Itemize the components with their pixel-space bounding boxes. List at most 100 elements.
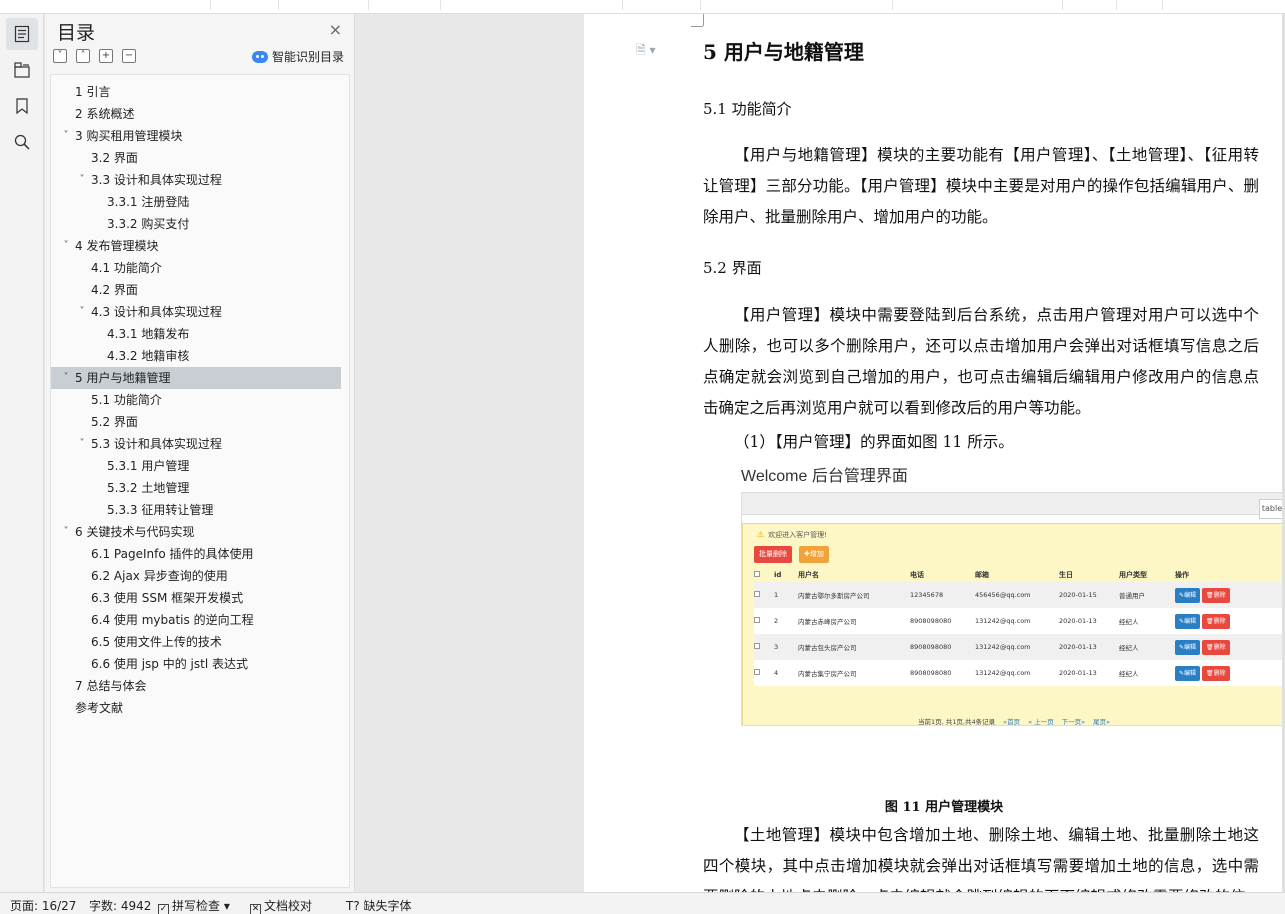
spell-check-button[interactable]: ✓ 拼写检查 ▾ [158, 897, 230, 914]
table-cell: 3 [774, 634, 798, 660]
toc-item[interactable]: 4.2 界面 [51, 279, 349, 301]
proofread-button[interactable]: ✕ 文档校对 [250, 897, 312, 914]
table-cell: 内蒙古赤峰房产公司 [798, 608, 910, 634]
chevron-down-icon[interactable]: ˅ [60, 235, 72, 257]
checkbox [754, 669, 760, 675]
delete-button: 🗑删除 [1202, 639, 1230, 655]
delete-button: 🗑删除 [1202, 613, 1230, 629]
toc-item[interactable]: ˅ 3 购买租用管理模块 [51, 125, 349, 147]
toc-item-label: 2 系统概述 [75, 107, 135, 121]
toc-item[interactable]: ˅ 4.3 设计和具体实现过程 [51, 301, 349, 323]
embedded-screenshot[interactable]: table 欢迎进入客户管理! 批量删除 ✚增加 id用户名电话邮箱生日用户类型… [741, 492, 1285, 726]
toc-item[interactable]: 6.4 使用 mybatis 的逆向工程 [51, 609, 349, 631]
chevron-down-icon[interactable]: ˅ [60, 367, 72, 389]
edit-button: ✎编辑 [1175, 587, 1201, 603]
remove-heading-icon[interactable]: − [122, 49, 136, 63]
table-header: 操作 [1175, 571, 1189, 579]
toc-item-label: 6.2 Ajax 异步查询的使用 [91, 569, 228, 583]
chevron-down-icon[interactable]: ˅ [60, 521, 72, 543]
screenshot-browser-bar [742, 493, 1285, 515]
toc-item[interactable]: 5.2 界面 [51, 411, 349, 433]
missing-font-button[interactable]: T? 缺失字体 [346, 897, 412, 914]
crop-mark [703, 14, 704, 26]
toc-item[interactable]: 1 引言 [51, 81, 349, 103]
bookmark-icon[interactable] [6, 90, 38, 122]
chevron-down-icon[interactable]: ˅ [76, 301, 88, 323]
chevron-down-icon[interactable]: ˅ [60, 125, 72, 147]
toc-item[interactable]: 3.2 界面 [51, 147, 349, 169]
table-cell: 2020-01-13 [1059, 634, 1119, 660]
figure-title: Welcome 后台管理界面 [741, 468, 908, 485]
toc-item[interactable]: ˅ 4 发布管理模块 [51, 235, 349, 257]
search-icon[interactable] [6, 126, 38, 158]
toc-item[interactable]: 6.6 使用 jsp 中的 jstl 表达式 [51, 653, 349, 675]
ruler [0, 0, 1285, 14]
toc-item-label: 5.3.2 土地管理 [107, 481, 190, 495]
toc-item[interactable]: ˅ 3.3 设计和具体实现过程 [51, 169, 349, 191]
figure-caption: 图 11 用户管理模块 [884, 800, 1004, 815]
toc-item[interactable]: ˅ 6 关键技术与代码实现 [51, 521, 349, 543]
paragraph: 【用户与地籍管理】模块的主要功能有【用户管理】、【土地管理】、【征用转让管理】三… [703, 146, 1259, 226]
smart-toc-button[interactable]: 智能识别目录 [251, 48, 344, 65]
table-cell: 8908098080 [910, 608, 975, 634]
toc-item[interactable]: 参考文献 [51, 697, 349, 719]
toc-item[interactable]: 5.3.3 征用转让管理 [51, 499, 349, 521]
toc-item[interactable]: 7 总结与体会 [51, 675, 349, 697]
chevron-down-icon[interactable]: ˅ [76, 433, 88, 455]
table-cell: 内蒙古集宁房产公司 [798, 660, 910, 686]
toc-item-label: 6.6 使用 jsp 中的 jstl 表达式 [91, 657, 248, 671]
table-cell: 4 [774, 660, 798, 686]
table-row: 1 内蒙古鄂尔多斯房产公司 12345678 456456@qq.com 2020-01… [754, 582, 1282, 608]
toc-item-label: 5.3.1 用户管理 [107, 459, 190, 473]
proof-icon: ✕ [250, 904, 261, 914]
side-rail [0, 14, 44, 892]
table-header: 生日 [1059, 571, 1073, 579]
toc-item[interactable]: 6.1 PageInfo 插件的具体使用 [51, 543, 349, 565]
collapse-all-icon[interactable]: ˅ [53, 49, 67, 63]
table-header: 电话 [910, 571, 924, 579]
word-count[interactable]: 字数: 4942 [89, 897, 151, 914]
page-count[interactable]: 页面: 16/27 [10, 897, 76, 914]
screenshot-body: 欢迎进入客户管理! 批量删除 ✚增加 id用户名电话邮箱生日用户类型操作 1内蒙… [742, 523, 1285, 726]
table-cell: ✎编辑 🗑删除 [1175, 660, 1282, 686]
table-cell: 1 [774, 582, 798, 608]
toc-item[interactable]: 5.3.2 土地管理 [51, 477, 349, 499]
structure-icon[interactable] [6, 54, 38, 86]
page-options-icon[interactable]: 🗎 ▾ [636, 41, 656, 62]
toc-item-label: 5.3.3 征用转让管理 [107, 503, 214, 517]
toc-item-label: 6.5 使用文件上传的技术 [91, 635, 222, 649]
toc-item[interactable]: ˅ 5.3 设计和具体实现过程 [51, 433, 349, 455]
toc-item[interactable]: 2 系统概述 [51, 103, 349, 125]
toc-item[interactable]: 3.3.1 注册登陆 [51, 191, 349, 213]
add-heading-icon[interactable]: + [99, 49, 113, 63]
toc-item[interactable]: 3.3.2 购买支付 [51, 213, 349, 235]
toc-item[interactable]: 6.3 使用 SSM 框架开发模式 [51, 587, 349, 609]
chevron-down-icon[interactable]: ˅ [76, 169, 88, 191]
table-cell: 8908098080 [910, 660, 975, 686]
edit-button: ✎编辑 [1175, 613, 1201, 629]
toc-item-label: 3.2 界面 [91, 151, 138, 165]
toc-item[interactable]: 4.3.2 地籍审核 [51, 345, 349, 367]
toc-panel-icon[interactable] [6, 18, 38, 50]
table-cell: 2020-01-15 [1059, 582, 1119, 608]
close-icon[interactable]: × [329, 20, 342, 39]
expand-up-icon[interactable]: ˄ [76, 49, 90, 63]
toc-item[interactable]: ˅ 5 用户与地籍管理 [51, 367, 341, 389]
document-page[interactable]: 🗎 ▾ 5 用户与地籍管理 5.1 功能简介 【用户与地籍管理】模块的主要功能有… [584, 14, 1285, 892]
toc-item[interactable]: 6.5 使用文件上传的技术 [51, 631, 349, 653]
toc-item[interactable]: 6.2 Ajax 异步查询的使用 [51, 565, 349, 587]
edit-button: ✎编辑 [1175, 639, 1201, 655]
document-area[interactable]: 🗎 ▾ 5 用户与地籍管理 5.1 功能简介 【用户与地籍管理】模块的主要功能有… [356, 14, 1285, 892]
table-cell: 2 [774, 608, 798, 634]
batch-delete-button: 批量删除 [754, 546, 792, 563]
toc-item[interactable]: 4.1 功能简介 [51, 257, 349, 279]
pager-last: 尾页» [1093, 718, 1111, 726]
table-cell: 131242@qq.com [975, 634, 1059, 660]
table-cell: 经纪人 [1119, 660, 1175, 686]
toc-item[interactable]: 5.3.1 用户管理 [51, 455, 349, 477]
toc-item[interactable]: 5.1 功能简介 [51, 389, 349, 411]
toc-item[interactable]: 4.3.1 地籍发布 [51, 323, 349, 345]
user-table: id 用户名 电话 邮箱 生日 用户类型 操作 1 内蒙古鄂尔多斯房产公司 12345678 45… [754, 568, 1282, 686]
toc-item-label: 4.3.1 地籍发布 [107, 327, 190, 341]
table-cell: 8908098080 [910, 634, 975, 660]
